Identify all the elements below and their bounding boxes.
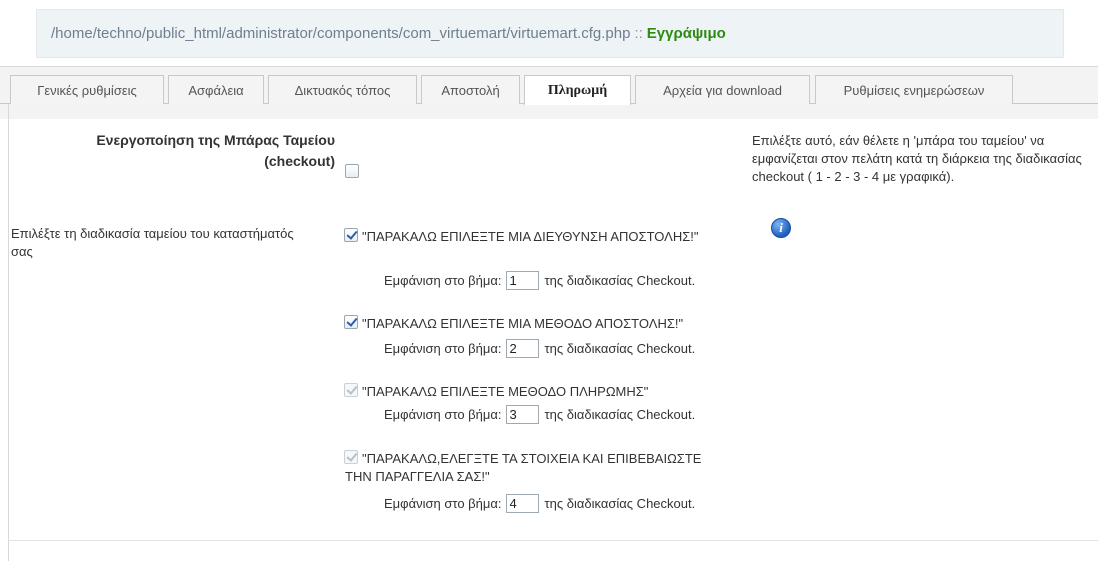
step-1-title: "ΠΑΡΑΚΑΛΩ ΕΠΙΛΕΞΤΕ ΜΙΑ ΔΙΕΥΘΥΝΣΗ ΑΠΟΣΤΟΛ… bbox=[362, 229, 699, 244]
tab-general-settings[interactable]: Γενικές ρυθμίσεις bbox=[10, 75, 164, 104]
info-icon[interactable]: i bbox=[771, 218, 791, 238]
step-4-title: "ΠΑΡΑΚΑΛΩ,ΕΛΕΓΞΤΕ ΤΑ ΣΤΟΙΧΕΙΑ ΚΑΙ ΕΠΙΒΕΒ… bbox=[345, 451, 702, 484]
step-4-prefix: Εμφάνιση στο βήμα: bbox=[384, 495, 502, 511]
tab-shipping[interactable]: Αποστολή bbox=[421, 75, 520, 104]
step-1-suffix: της διαδικασίας Checkout. bbox=[544, 272, 696, 288]
tab-payment[interactable]: Πληρωμή bbox=[524, 75, 631, 105]
config-file-path: /home/techno/public_html/administrator/c… bbox=[51, 25, 631, 42]
step-3-position-row: Εμφάνιση στο βήμα: της διαδικασίας Check… bbox=[384, 404, 695, 424]
step-2-position-row: Εμφάνιση στο βήμα: της διαδικασίας Check… bbox=[384, 338, 695, 358]
path-separator: :: bbox=[634, 25, 643, 42]
checkout-bar-checkbox[interactable] bbox=[345, 164, 359, 178]
step-4-suffix: της διαδικασίας Checkout. bbox=[544, 495, 696, 511]
step-2-prefix: Εμφάνιση στο βήμα: bbox=[384, 340, 502, 356]
step-4-position-input[interactable] bbox=[505, 493, 539, 513]
writable-status: Εγγράψιμο bbox=[646, 25, 726, 42]
step-4-position-row: Εμφάνιση στο βήμα: της διαδικασίας Check… bbox=[384, 493, 695, 513]
step-2-position-input[interactable] bbox=[505, 338, 539, 358]
tab-update-settings[interactable]: Ρυθμίσεις ενημερώσεων bbox=[815, 75, 1013, 104]
tab-website[interactable]: Δικτυακός τόπος bbox=[268, 75, 417, 104]
step-1-position-row: Εμφάνιση στο βήμα: της διαδικασίας Check… bbox=[384, 270, 695, 290]
step-3-title: "ΠΑΡΑΚΑΛΩ ΕΠΙΛΕΞΤΕ ΜΕΘΟΔΟ ΠΛΗΡΩΜΗΣ" bbox=[362, 384, 649, 399]
panel-border-left bbox=[8, 104, 9, 561]
panel-bottom-divider bbox=[8, 540, 1098, 541]
step-2-title: "ΠΑΡΑΚΑΛΩ ΕΠΙΛΕΞΤΕ ΜΙΑ ΜΕΘΟΔΟ ΑΠΟΣΤΟΛΗΣ!… bbox=[362, 316, 684, 331]
checkout-bar-label: Ενεργοποίηση της Μπάρας Ταμείου (checkou… bbox=[96, 132, 335, 169]
checkout-bar-help-text: Επιλέξτε αυτό, εάν θέλετε η 'μπάρα του τ… bbox=[752, 133, 1082, 184]
step-3-position-input[interactable] bbox=[505, 404, 539, 424]
step-1-position-input[interactable] bbox=[505, 270, 539, 290]
tab-security[interactable]: Ασφάλεια bbox=[168, 75, 264, 104]
step-2-suffix: της διαδικασίας Checkout. bbox=[544, 340, 696, 356]
step-3-prefix: Εμφάνιση στο βήμα: bbox=[384, 406, 502, 422]
config-path-bar: /home/techno/public_html/administrator/c… bbox=[36, 9, 1064, 58]
step-3-suffix: της διαδικασίας Checkout. bbox=[544, 406, 696, 422]
checkout-process-label: Επιλέξτε τη διαδικασία ταμείου του κατασ… bbox=[11, 226, 294, 259]
step-1-prefix: Εμφάνιση στο βήμα: bbox=[384, 272, 502, 288]
tab-downloadables[interactable]: Αρχεία για download bbox=[635, 75, 810, 104]
